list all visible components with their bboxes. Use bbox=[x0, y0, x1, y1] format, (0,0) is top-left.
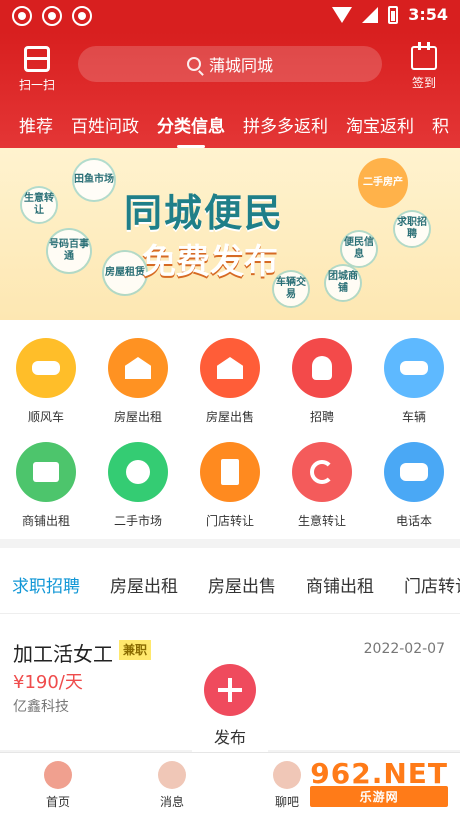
message-icon bbox=[158, 761, 186, 789]
banner-title-bottom: 免费发布 bbox=[142, 242, 278, 282]
category-tab-house-sale[interactable]: 房屋出售 bbox=[208, 572, 276, 597]
grid-label: 房屋出租 bbox=[113, 410, 162, 424]
top-tabs: 推荐 百姓问政 分类信息 拼多多返利 淘宝返利 积 bbox=[0, 108, 460, 148]
grid-item-shop-rent[interactable]: 商铺出租 bbox=[0, 442, 92, 529]
grid-label: 电话本 bbox=[395, 514, 432, 528]
tab-taobao[interactable]: 淘宝返利 bbox=[346, 108, 414, 148]
bottom-navigation: 首页 消息 聊吧 962.NET 乐游网 bbox=[0, 752, 460, 817]
car-icon bbox=[384, 338, 444, 398]
grid-label: 二手市场 bbox=[113, 514, 162, 528]
banner-tag: 求职招聘 bbox=[395, 212, 429, 246]
grid-label: 顺风车 bbox=[27, 410, 64, 424]
refresh-icon bbox=[292, 442, 352, 502]
nav-chat[interactable]: 聊吧 bbox=[259, 761, 315, 810]
publish-label: 发布 bbox=[213, 728, 246, 747]
quick-access-grid: 顺风车 房屋出租 房屋出售 招聘 车辆 商铺出租 二手市场 门店转让 生意转让 … bbox=[0, 320, 460, 539]
grid-label: 门店转让 bbox=[205, 514, 254, 528]
status-bar: 3:54 bbox=[0, 0, 460, 32]
banner-tag: 号码百事通 bbox=[48, 230, 90, 272]
tab-pinduoduo[interactable]: 拼多多返利 bbox=[243, 108, 328, 148]
publish-fab-container: 发布 bbox=[192, 652, 268, 752]
banner-tag: 二手房产 bbox=[358, 158, 408, 208]
grid-item-store-transfer[interactable]: 门店转让 bbox=[184, 442, 276, 529]
calendar-icon bbox=[411, 42, 437, 70]
job-salary: ¥190/天 bbox=[13, 672, 83, 693]
grid-label: 商铺出租 bbox=[21, 514, 70, 528]
grid-item-phonebook[interactable]: 电话本 bbox=[368, 442, 460, 529]
checkin-button[interactable]: 签到 bbox=[404, 42, 444, 102]
home-icon bbox=[44, 761, 72, 789]
status-time: 3:54 bbox=[408, 5, 448, 24]
banner-title-top: 同城便民 bbox=[124, 191, 285, 235]
tab-classified[interactable]: 分类信息 bbox=[157, 108, 225, 148]
grid-item-house-sale[interactable]: 房屋出售 bbox=[184, 338, 276, 425]
publish-button[interactable] bbox=[204, 664, 256, 716]
nav-messages[interactable]: 消息 bbox=[144, 761, 200, 810]
search-bar[interactable]: 蒲城同城 bbox=[78, 46, 382, 82]
wifi-icon bbox=[332, 6, 353, 23]
status-left bbox=[12, 6, 92, 26]
nav-home[interactable]: 首页 bbox=[30, 761, 86, 810]
grid-item-carpool[interactable]: 顺风车 bbox=[0, 338, 92, 425]
category-tab-store-transfer[interactable]: 门店转让 bbox=[404, 572, 460, 597]
scan-icon bbox=[24, 46, 50, 72]
top-header: 扫一扫 蒲城同城 签到 推荐 百姓问政 分类信息 拼多多返利 淘宝返利 积 bbox=[0, 32, 460, 148]
house-icon bbox=[200, 338, 260, 398]
scan-button[interactable]: 扫一扫 bbox=[14, 44, 60, 102]
category-tab-shop-rent[interactable]: 商铺出租 bbox=[306, 572, 374, 597]
car-icon bbox=[16, 338, 76, 398]
category-tabs-bar: 求职招聘 房屋出租 房屋出售 商铺出租 门店转让 bbox=[0, 548, 460, 621]
yuan-icon bbox=[108, 442, 168, 502]
search-icon bbox=[186, 57, 201, 71]
grid-label: 招聘 bbox=[309, 410, 334, 424]
door-icon bbox=[200, 442, 260, 502]
status-right: 3:54 bbox=[332, 5, 448, 24]
status-icon bbox=[12, 6, 32, 26]
tab-recommend[interactable]: 推荐 bbox=[19, 108, 53, 148]
signal-icon bbox=[362, 6, 379, 23]
watermark: 962.NET 乐游网 bbox=[310, 757, 448, 807]
category-tab-jobs[interactable]: 求职招聘 bbox=[12, 572, 83, 621]
grid-label: 生意转让 bbox=[297, 514, 346, 528]
grid-label: 车辆 bbox=[401, 410, 426, 424]
grid-item-house-rent[interactable]: 房屋出租 bbox=[92, 338, 184, 425]
tab-more[interactable]: 积 bbox=[432, 108, 449, 148]
grid-item-vehicle[interactable]: 车辆 bbox=[368, 338, 460, 425]
job-company: 亿鑫科技 bbox=[13, 699, 69, 715]
tab-public-affairs[interactable]: 百姓问政 bbox=[71, 108, 139, 148]
phone-icon bbox=[384, 442, 444, 502]
search-text: 蒲城同城 bbox=[208, 56, 273, 75]
nav-label: 聊吧 bbox=[274, 795, 299, 809]
person-icon bbox=[292, 338, 352, 398]
nav-label: 消息 bbox=[159, 795, 184, 809]
house-icon bbox=[108, 338, 168, 398]
grid-item-recruit[interactable]: 招聘 bbox=[276, 338, 368, 425]
status-icon bbox=[42, 6, 62, 26]
banner-title: 同城便民 免费发布 bbox=[104, 182, 354, 282]
job-type-badge: 兼职 bbox=[119, 640, 152, 660]
promo-banner[interactable]: 田鱼市场 二手房产 生意转让 号码百事通 房屋租赁 求职招聘 便民信息 车辆交易… bbox=[0, 148, 460, 320]
job-title: 加工活女工 bbox=[13, 642, 113, 666]
grid-item-secondhand[interactable]: 二手市场 bbox=[92, 442, 184, 529]
category-tabs: 求职招聘 房屋出租 房屋出售 商铺出租 门店转让 bbox=[0, 548, 460, 621]
battery-icon bbox=[388, 5, 399, 24]
banner-tag: 生意转让 bbox=[22, 188, 56, 222]
chat-icon bbox=[273, 761, 301, 789]
status-icon bbox=[72, 6, 92, 26]
checkin-label: 签到 bbox=[411, 76, 436, 90]
nav-label: 首页 bbox=[45, 795, 70, 809]
watermark-text: 962.NET bbox=[310, 757, 448, 790]
scan-label: 扫一扫 bbox=[18, 78, 55, 92]
shop-icon bbox=[16, 442, 76, 502]
grid-item-business-transfer[interactable]: 生意转让 bbox=[276, 442, 368, 529]
grid-label: 房屋出售 bbox=[205, 410, 254, 424]
category-tab-house-rent[interactable]: 房屋出租 bbox=[110, 572, 178, 597]
job-date: 2022-02-07 bbox=[363, 641, 445, 657]
